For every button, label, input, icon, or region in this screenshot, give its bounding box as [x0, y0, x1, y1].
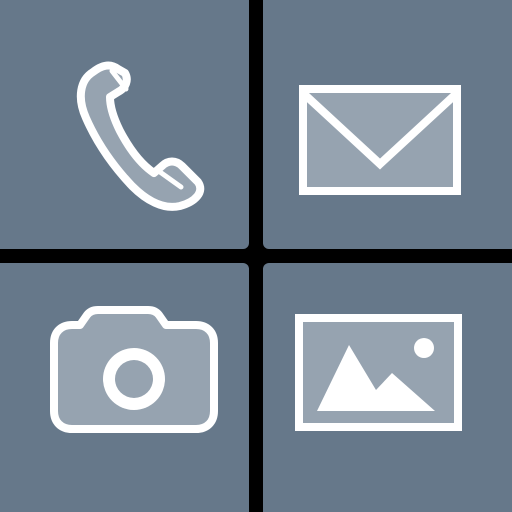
app-launcher-grid	[0, 0, 512, 512]
phone-icon	[76, 61, 205, 211]
gallery-tile[interactable]	[263, 263, 512, 512]
camera-tile[interactable]	[0, 263, 249, 512]
camera-icon	[50, 306, 218, 433]
envelope-icon	[299, 85, 461, 195]
image-icon	[295, 314, 462, 431]
phone-tile[interactable]	[0, 0, 249, 249]
mail-tile[interactable]	[263, 0, 512, 249]
